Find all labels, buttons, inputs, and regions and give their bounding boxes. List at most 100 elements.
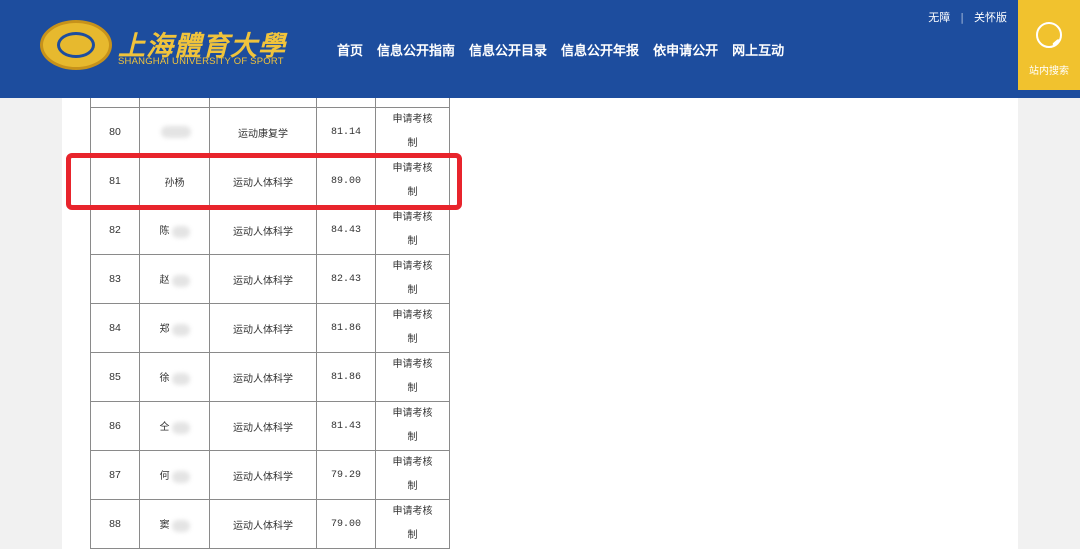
row-number: 86: [90, 401, 140, 451]
row-number-text: 85: [109, 371, 121, 383]
row-number: 84: [90, 303, 140, 353]
major-text: 运动人体科学: [233, 275, 293, 287]
row-number-text: 83: [109, 273, 121, 285]
method-text: 制: [407, 481, 418, 492]
table-row: 88 窦 运动人体科学 79.00 申请考核制: [90, 499, 450, 549]
nav-interaction[interactable]: 网上互动: [725, 40, 791, 59]
method-text: 申请考核: [392, 457, 433, 468]
major: 运动人体科学: [209, 352, 317, 402]
score-text: 84.43: [330, 224, 361, 236]
utility-links: 无障 | 关怀版: [928, 9, 1007, 25]
nav-apply-disclosure[interactable]: 依申请公开: [646, 40, 725, 59]
major-text: 运动人体科学: [233, 520, 293, 532]
row-number: 83: [90, 254, 140, 304]
method-text: 申请考核: [392, 408, 433, 419]
redacted-text: [171, 225, 190, 238]
admission-method: 申请考核制: [375, 303, 450, 353]
admission-method: 申请考核制: [375, 107, 450, 157]
method-text: 申请考核: [392, 114, 433, 125]
highlight-box: [66, 153, 462, 210]
table-row: 82 陈 运动人体科学 84.43 申请考核制: [90, 205, 450, 255]
candidate-name-text: 何: [159, 471, 170, 483]
score: 81.86: [316, 352, 376, 402]
candidate-name: 徐: [139, 352, 210, 402]
major: 运动人体科学: [209, 205, 317, 255]
major: 运动人体科学: [209, 450, 317, 500]
row-number: 80: [90, 107, 140, 157]
major-text: 运动人体科学: [233, 471, 293, 483]
site-header: 上海體育大學 SHANGHAI UNIVERSITY OF SPORT 首页 信…: [0, 0, 1080, 98]
redacted-text: [171, 372, 190, 385]
candidate-name-text: 徐: [159, 373, 170, 385]
method-text: 申请考核: [392, 310, 433, 321]
major-text: 运动康复学: [238, 128, 288, 140]
row-number-text: 82: [109, 224, 121, 236]
score-text: 81.14: [330, 126, 361, 138]
admission-method: 申请考核制: [375, 401, 450, 451]
major: 运动人体科学: [209, 401, 317, 451]
elder-mode-link[interactable]: 关怀版: [974, 9, 1007, 25]
page: 80 运动康复学 81.14 申请考核制 81 孙杨 运动人体科学 89.00 申请考核制 82 陈…: [0, 0, 1080, 549]
row-number: 88: [90, 499, 140, 549]
divider: |: [960, 10, 964, 24]
score: 81.14: [316, 107, 376, 157]
score-text: 82.43: [330, 273, 361, 285]
table-row: 85 徐 运动人体科学 81.86 申请考核制: [90, 352, 450, 402]
row-number: 87: [90, 450, 140, 500]
nav-catalog[interactable]: 信息公开目录: [462, 40, 554, 59]
major-text: 运动人体科学: [233, 373, 293, 385]
score-text: 81.86: [330, 371, 361, 383]
admission-method: 申请考核制: [375, 352, 450, 402]
table-row: 84 郑 运动人体科学 81.86 申请考核制: [90, 303, 450, 353]
candidate-name: 仝: [139, 401, 210, 451]
admission-method: 申请考核制: [375, 450, 450, 500]
redacted-text: [171, 323, 190, 336]
admission-method: 申请考核制: [375, 499, 450, 549]
redacted-text: [171, 421, 190, 434]
admission-method: 申请考核制: [375, 254, 450, 304]
university-logo-icon[interactable]: [40, 20, 112, 70]
candidate-name: 窦: [139, 499, 210, 549]
score: 79.00: [316, 499, 376, 549]
method-text: 制: [407, 530, 418, 541]
admission-method: 申请考核制: [375, 205, 450, 255]
row-number-text: 87: [109, 469, 121, 481]
candidate-name-text: 郑: [159, 324, 170, 336]
nav-annual-report[interactable]: 信息公开年报: [554, 40, 646, 59]
method-text: 申请考核: [392, 506, 433, 517]
row-number-text: 80: [109, 126, 121, 138]
site-search-button[interactable]: 站内搜索: [1018, 0, 1080, 90]
row-number-text: 88: [109, 518, 121, 530]
candidate-name-text: 窦: [159, 520, 170, 532]
candidate-name: 何: [139, 450, 210, 500]
candidate-name: [139, 107, 210, 157]
redacted-text: [171, 519, 190, 532]
table-row: 86 仝 运动人体科学 81.43 申请考核制: [90, 401, 450, 451]
logo-subtitle: SHANGHAI UNIVERSITY OF SPORT: [118, 56, 284, 67]
candidate-name-text: 仝: [159, 422, 170, 434]
table-row: 80 运动康复学 81.14 申请考核制: [90, 107, 450, 157]
score: 79.29: [316, 450, 376, 500]
major: 运动人体科学: [209, 254, 317, 304]
accessibility-link[interactable]: 无障: [928, 9, 950, 25]
search-label: 站内搜索: [1029, 66, 1069, 77]
score: 84.43: [316, 205, 376, 255]
score: 82.43: [316, 254, 376, 304]
candidate-name: 陈: [139, 205, 210, 255]
candidate-name: 赵: [139, 254, 210, 304]
major: 运动康复学: [209, 107, 317, 157]
method-text: 申请考核: [392, 359, 433, 370]
major-text: 运动人体科学: [233, 422, 293, 434]
nav-home[interactable]: 首页: [330, 40, 370, 59]
nav-guide[interactable]: 信息公开指南: [370, 40, 462, 59]
score-text: 79.00: [330, 518, 361, 530]
major: 运动人体科学: [209, 303, 317, 353]
search-icon: [1036, 22, 1062, 48]
method-text: 制: [407, 383, 418, 394]
major-text: 运动人体科学: [233, 324, 293, 336]
redacted-text: [160, 126, 191, 138]
main-nav: 首页 信息公开指南 信息公开目录 信息公开年报 依申请公开 网上互动: [330, 40, 791, 59]
score-text: 81.43: [330, 420, 361, 432]
method-text: 制: [407, 236, 418, 247]
row-number: 85: [90, 352, 140, 402]
